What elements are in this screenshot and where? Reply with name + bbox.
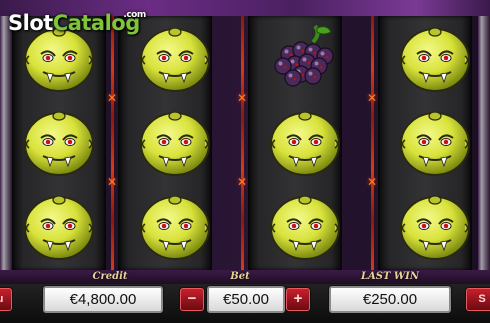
- logo-com-text: .com: [123, 10, 146, 20]
- lemon-vampire-symbol: [395, 20, 475, 98]
- credit-display: €4,800.00: [43, 286, 163, 313]
- slotcatalog-logo: SlotCatalog .com: [8, 6, 146, 40]
- spin-button[interactable]: S: [466, 288, 490, 311]
- bet-label: Bet: [230, 271, 250, 282]
- bet-display: €50.00: [207, 286, 285, 313]
- lemon-vampire-symbol: [265, 188, 345, 266]
- bet-decrease-button[interactable]: −: [180, 288, 204, 311]
- left-menu-button[interactable]: u: [0, 288, 12, 311]
- lemon-vampire-symbol: [265, 104, 345, 182]
- lemon-vampire-symbol: [135, 104, 215, 182]
- last-win-display: €250.00: [329, 286, 451, 313]
- lemon-vampire-symbol: [135, 20, 215, 98]
- grapes-symbol: [265, 20, 345, 98]
- bet-increase-button[interactable]: +: [286, 288, 310, 311]
- credit-label: Credit: [92, 271, 128, 282]
- reel-edge-right: [478, 16, 490, 270]
- logo-slot-text: Slot: [8, 11, 53, 35]
- lemon-vampire-symbol: [19, 104, 99, 182]
- lemon-vampire-symbol: [19, 188, 99, 266]
- reel-edge-left: [0, 16, 12, 270]
- last-win-label: LAST WIN: [361, 271, 419, 282]
- reel-divider-1: ✕ ✕: [106, 16, 118, 270]
- lemon-vampire-symbol: [135, 188, 215, 266]
- reel-divider-2: ✕ ✕: [236, 16, 248, 270]
- lemon-vampire-symbol: [395, 104, 475, 182]
- lemon-vampire-symbol: [395, 188, 475, 266]
- reel-divider-3: ✕ ✕: [366, 16, 378, 270]
